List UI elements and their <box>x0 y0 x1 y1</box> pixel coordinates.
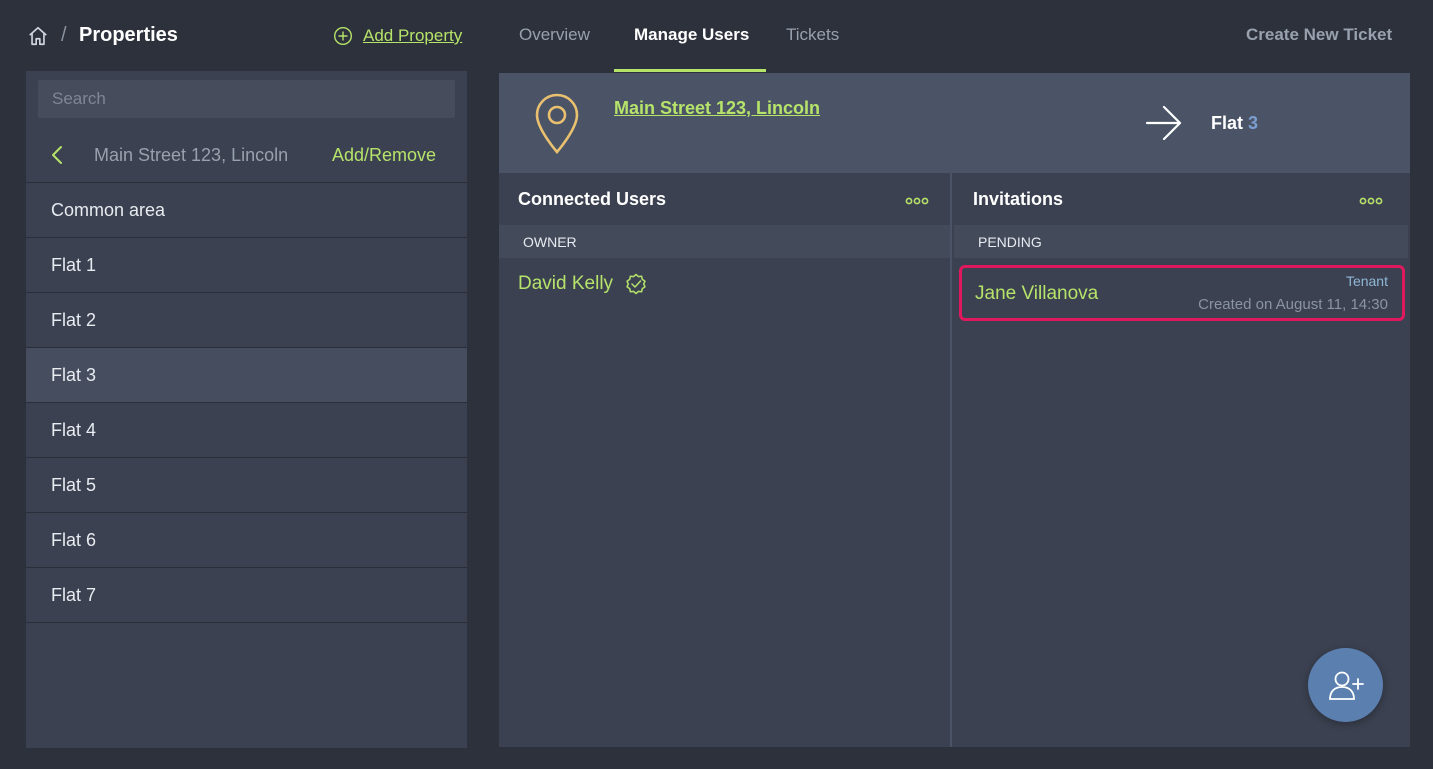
section-label: PENDING <box>978 233 1042 250</box>
unit-list: Common area Flat 1 Flat 2 Flat 3 Flat 4 … <box>26 183 467 623</box>
add-property-button[interactable]: Add Property <box>333 26 462 46</box>
unit-item-flat-2[interactable]: Flat 2 <box>26 293 467 348</box>
map-pin-icon <box>535 93 579 154</box>
invitee-role: Tenant <box>1345 273 1388 289</box>
unit-item-flat-4[interactable]: Flat 4 <box>26 403 467 458</box>
unit-label: Flat 6 <box>51 529 97 550</box>
unit-label: Flat 3 <box>51 364 97 385</box>
active-tab-indicator <box>614 69 766 72</box>
home-icon[interactable] <box>27 25 49 47</box>
connected-users-column: Connected Users OWNER David Kelly <box>499 173 952 747</box>
user-row[interactable]: David Kelly <box>518 273 647 295</box>
unit-label: Flat 2 <box>51 309 97 330</box>
add-user-button[interactable] <box>1308 648 1383 722</box>
unit-label: Flat 1 <box>51 254 97 275</box>
chevron-left-icon[interactable] <box>50 145 64 165</box>
create-new-ticket-button[interactable]: Create New Ticket <box>1246 25 1392 45</box>
pending-section-header: PENDING <box>954 225 1408 258</box>
section-label: OWNER <box>523 233 577 250</box>
more-dots-icon[interactable] <box>905 197 929 205</box>
unit-item-common-area[interactable]: Common area <box>26 183 467 238</box>
unit-label: Flat 5 <box>51 474 97 495</box>
unit-label: Common area <box>51 199 166 220</box>
breadcrumb-separator: / <box>61 24 67 46</box>
invitation-date: Created on August 11, 14:30 <box>1198 296 1388 313</box>
add-user-icon <box>1328 671 1364 700</box>
unit-number: 3 <box>1248 113 1259 133</box>
unit-item-flat-3[interactable]: Flat 3 <box>26 348 467 403</box>
unit-item-flat-1[interactable]: Flat 1 <box>26 238 467 293</box>
unit-item-flat-5[interactable]: Flat 5 <box>26 458 467 513</box>
current-property-label: Main Street 123, Lincoln <box>94 145 289 165</box>
unit-label: Flat 7 <box>51 584 97 605</box>
unit-prefix: Flat <box>1211 113 1244 133</box>
unit-label: Flat 4 <box>51 419 97 440</box>
property-address-link[interactable]: Main Street 123, Lincoln <box>614 98 820 119</box>
tab-overview[interactable]: Overview <box>519 25 590 45</box>
unit-item-flat-6[interactable]: Flat 6 <box>26 513 467 568</box>
add-remove-button[interactable]: Add/Remove <box>332 145 436 166</box>
unit-indicator: Flat 3 <box>1211 113 1258 134</box>
property-header: Main Street 123, Lincoln Flat 3 <box>499 73 1410 173</box>
invitations-title: Invitations <box>973 189 1064 209</box>
tab-manage-users[interactable]: Manage Users <box>634 25 749 45</box>
search-input[interactable] <box>38 80 455 118</box>
unit-item-flat-7[interactable]: Flat 7 <box>26 568 467 623</box>
top-bar: / Properties Add Property Overview Manag… <box>0 0 1433 72</box>
tab-tickets[interactable]: Tickets <box>786 25 839 45</box>
property-sidebar: Main Street 123, Lincoln Add/Remove Comm… <box>26 71 467 748</box>
invitation-card[interactable]: Jane Villanova Tenant Created on August … <box>959 265 1405 321</box>
manage-users-panel: Main Street 123, Lincoln Flat 3 Connecte… <box>499 73 1410 747</box>
invitee-name: Jane Villanova <box>975 283 1099 304</box>
verified-badge-icon <box>626 273 646 295</box>
plus-circle-icon <box>333 26 353 46</box>
page-title: Properties <box>79 24 178 46</box>
user-name: David Kelly <box>518 273 614 294</box>
arrow-right-icon <box>1145 105 1182 141</box>
more-dots-icon[interactable] <box>1359 197 1383 205</box>
add-property-label: Add Property <box>363 26 463 45</box>
owner-section-header: OWNER <box>499 225 950 258</box>
connected-users-title: Connected Users <box>518 189 667 209</box>
